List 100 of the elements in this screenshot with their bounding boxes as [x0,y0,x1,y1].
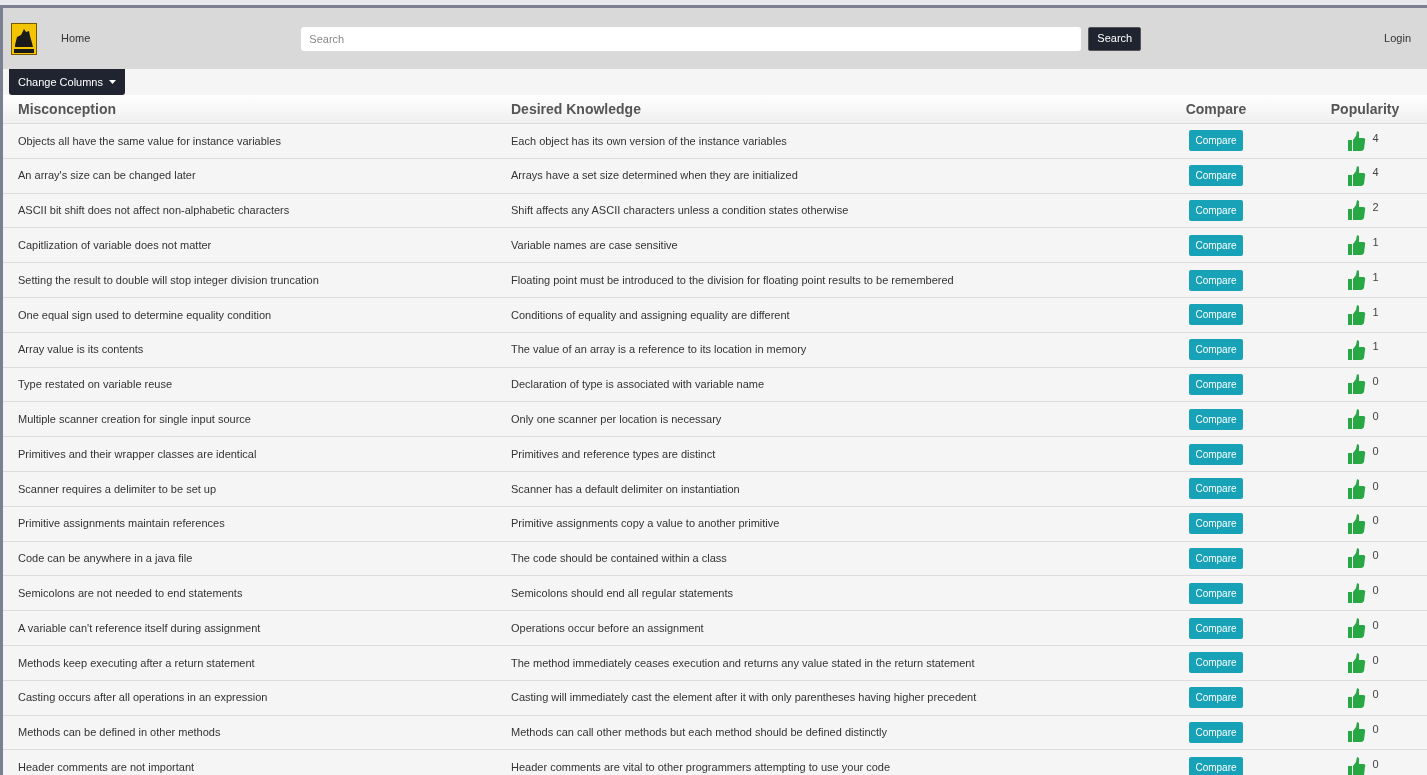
thumbs-up-icon[interactable] [1347,409,1367,430]
compare-button[interactable]: Compare [1189,721,1243,743]
table-cell-text: Header comments are vital to other programmers attempting to use your code [511,760,892,775]
compare-button[interactable]: Compare [1189,373,1243,395]
table-cell-text: The code should be contained within a class [511,551,728,567]
login-link[interactable]: Login [1384,30,1411,47]
compare-button[interactable]: Compare [1189,200,1243,221]
compare-button[interactable]: Compare [1189,617,1243,639]
column-header[interactable]: Compare [1129,98,1303,120]
thumbs-up-icon[interactable] [1347,478,1367,499]
popularity-count: 0 [1372,548,1379,564]
logo-icon[interactable] [11,22,37,55]
home-link[interactable]: Home [61,30,91,47]
popularity-count: 0 [1372,757,1379,772]
compare-button[interactable]: Compare [1189,304,1243,326]
table-cell-text: Code can be anywhere in a java file [17,551,194,567]
compare-button[interactable]: Compare [1189,269,1243,291]
table-cell-text: One equal sign used to determine equality condition [17,307,273,323]
column-header[interactable]: Popularity [1303,98,1427,120]
table-cell-text: Only one scanner per location is necessary [511,412,723,427]
table-cell-text: Setting the result to double will stop integer division truncation [17,272,320,288]
thumbs-up-icon[interactable] [1347,270,1367,291]
search-field[interactable]: Search [301,26,1082,51]
popularity-count: 1 [1372,339,1379,355]
thumbs-up-icon[interactable] [1347,130,1367,151]
column-header[interactable]: Desired Knowledge [511,98,1129,120]
table-cell-text: Shift affects any ASCII characters unless a condition states otherwise [511,203,850,219]
thumbs-up-icon[interactable] [1347,165,1367,186]
popularity-count: 1 [1372,304,1379,320]
table-cell-text: Operations occur before an assignment [511,620,705,636]
thumbs-up-icon[interactable] [1347,583,1367,604]
table-cell-text: Semicolons should end all regular statements [511,586,734,601]
thumbs-up-icon[interactable] [1347,339,1367,360]
table-cell-text: Methods keep executing after a return statement [17,655,256,671]
popularity-count: 0 [1372,652,1379,668]
compare-button[interactable]: Compare [1189,339,1243,361]
table-cell-text: Array value is its contents [17,342,145,358]
table-cell-text: Declaration of type is associated with variable name [511,377,766,393]
search-button[interactable]: Search [1088,26,1142,51]
table-cell-text: Primitive assignments copy a value to another primitive [511,516,781,532]
popularity-count: 0 [1372,722,1379,738]
compare-button[interactable]: Compare [1189,478,1243,500]
compare-button[interactable]: Compare [1189,756,1243,775]
table-cell-text: Methods can call other methods but each method should be defined distinctly [511,725,889,741]
popularity-count: 4 [1372,130,1379,146]
table-cell-text: Arrays have a set size determined when they are initialized [511,168,799,184]
table-cell-text: An array's size can be changed later [17,168,197,184]
thumbs-up-icon[interactable] [1347,687,1367,708]
thumbs-up-icon[interactable] [1347,548,1367,569]
table-cell-text: Each object has its own version of the instance variables [511,133,788,149]
thumbs-up-icon[interactable] [1347,444,1367,465]
compare-button[interactable]: Compare [1189,130,1243,152]
table-cell-text: Primitives and reference types are distinct [511,446,717,462]
compare-button[interactable]: Compare [1189,652,1243,674]
thumbs-up-icon[interactable] [1347,652,1367,673]
compare-button[interactable]: Compare [1189,408,1243,430]
table-cell-text: Methods can be defined in other methods [17,725,222,741]
column-header[interactable]: Misconception [3,98,511,120]
thumbs-up-icon[interactable] [1347,304,1367,325]
popularity-count: 0 [1372,478,1379,494]
popularity-count: 1 [1372,235,1379,251]
table-cell-text: The value of an array is a reference to its location in memory [511,342,808,358]
table-cell-text: Capitlization of variable does not matter [17,238,213,254]
popularity-count: 0 [1372,443,1379,459]
caret-icon [109,80,116,84]
popularity-count: 4 [1372,165,1379,181]
thumbs-up-icon[interactable] [1347,618,1367,639]
thumbs-up-icon[interactable] [1347,757,1367,775]
popularity-count: 0 [1372,409,1379,424]
compare-button[interactable]: Compare [1189,443,1243,465]
popularity-count: 0 [1372,374,1379,390]
table-cell-text: Variable names are case sensitive [511,238,679,254]
thumbs-up-icon[interactable] [1347,200,1367,221]
change-columns-button[interactable]: Change Columns [9,69,125,95]
popularity-count: 2 [1372,200,1379,216]
popularity-count: 1 [1372,269,1379,285]
compare-button[interactable]: Compare [1189,547,1243,569]
thumbs-up-icon[interactable] [1347,235,1367,256]
compare-button[interactable]: Compare [1189,582,1243,604]
thumbs-up-icon[interactable] [1347,513,1367,534]
table-cell-text: Header comments are not important [17,760,196,775]
table-cell-text: The method immediately ceases execution and returns any value stated in the return statement [511,655,976,671]
table-cell-text: Casting occurs after all operations in an expression [17,690,269,706]
table-cell-text: Scanner requires a delimiter to be set up [17,481,218,497]
popularity-count: 0 [1372,687,1379,703]
table-cell-text: Scanner has a default delimiter on instantiation [511,481,741,497]
thumbs-up-icon[interactable] [1347,722,1367,743]
compare-button[interactable]: Compare [1189,687,1243,709]
table-cell-text: ASCII bit shift does not affect non-alphabetic characters [17,203,291,219]
thumbs-up-icon[interactable] [1347,374,1367,395]
table-cell-text: Multiple scanner creation for single input source [17,412,252,427]
table-cell-text: Semicolons are not needed to end statements [17,586,244,601]
table-cell-text: Conditions of equality and assigning equality are different [511,307,791,323]
table-cell-text: A variable can't reference itself during assignment [17,620,262,636]
table-cell-text: Objects all have the same value for instance variables [17,133,282,149]
popularity-count: 0 [1372,583,1379,598]
compare-button[interactable]: Compare [1189,234,1243,256]
table-cell-text: Primitive assignments maintain references [17,516,226,532]
compare-button[interactable]: Compare [1189,513,1243,535]
compare-button[interactable]: Compare [1189,165,1243,187]
